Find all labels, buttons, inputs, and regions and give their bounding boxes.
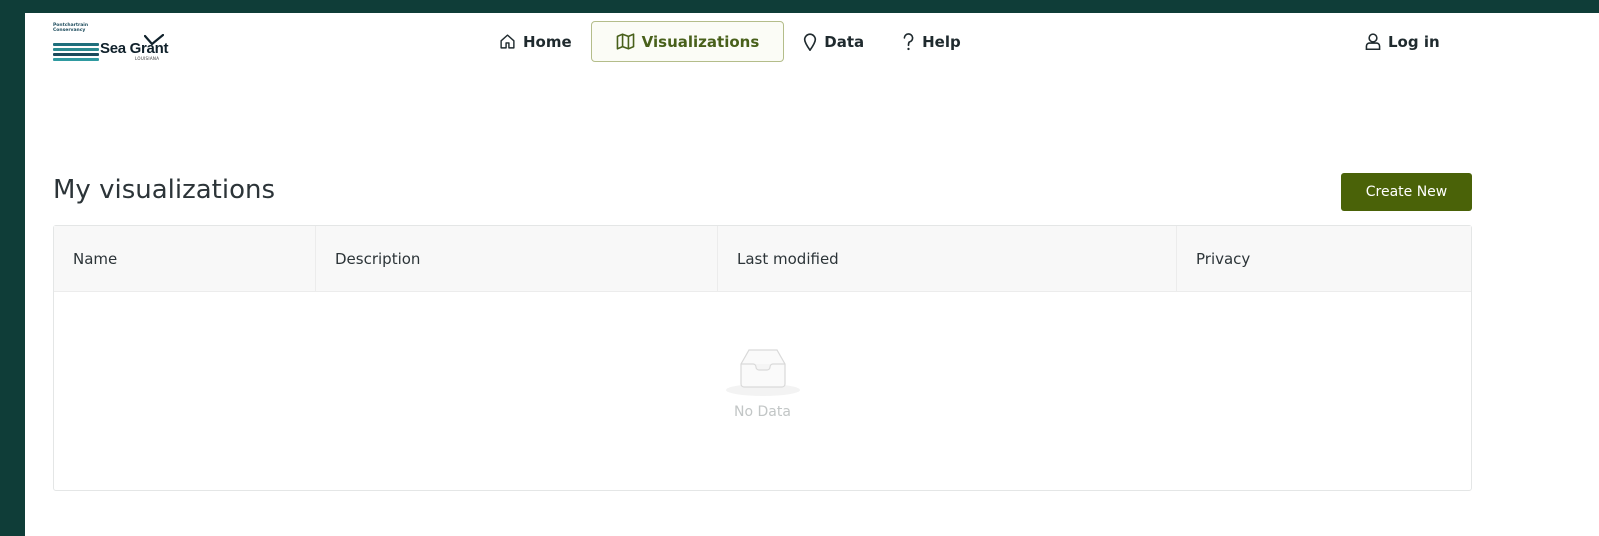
nav-help-label: Help — [922, 32, 961, 51]
empty-state-text: No Data — [734, 404, 791, 420]
login-link[interactable]: Log in — [1365, 21, 1440, 62]
map-icon — [616, 33, 635, 50]
page-container: Pontchartrain Conservancy Sea Grant LOUI… — [25, 13, 1599, 536]
nav-data[interactable]: Data — [784, 21, 883, 62]
logo-stripes — [53, 43, 101, 63]
column-header-name[interactable]: Name — [54, 226, 316, 291]
nav-help[interactable]: Help — [883, 21, 980, 62]
nav-visualizations[interactable]: Visualizations — [590, 21, 785, 62]
empty-state: No Data — [54, 346, 1471, 420]
nav-home[interactable]: Home — [480, 21, 591, 62]
site-logo[interactable]: Pontchartrain Conservancy Sea Grant LOUI… — [53, 23, 178, 63]
logo-org-name: Pontchartrain Conservancy — [53, 23, 89, 33]
question-icon — [903, 32, 914, 50]
create-new-button[interactable]: Create New — [1341, 173, 1472, 211]
visualizations-table: Name Description Last modified Privacy N… — [53, 225, 1472, 491]
column-header-last-modified[interactable]: Last modified — [718, 226, 1177, 291]
logo-sub-text: LOUISIANA — [135, 56, 160, 61]
nav-data-label: Data — [824, 32, 865, 51]
login-label: Log in — [1388, 32, 1440, 51]
column-header-description[interactable]: Description — [316, 226, 718, 291]
home-icon — [500, 34, 515, 49]
column-header-privacy[interactable]: Privacy — [1177, 226, 1471, 291]
map-pin-icon — [804, 32, 817, 51]
table-header: Name Description Last modified Privacy — [54, 226, 1471, 292]
nav-visualizations-label: Visualizations — [641, 32, 760, 51]
user-icon — [1365, 33, 1381, 50]
logo-main-text: Sea Grant — [100, 40, 169, 57]
nav-home-label: Home — [523, 32, 572, 51]
main-nav: Home Visualizations Data Help — [480, 21, 980, 62]
page-title: My visualizations — [53, 175, 276, 205]
inbox-icon — [725, 349, 800, 396]
